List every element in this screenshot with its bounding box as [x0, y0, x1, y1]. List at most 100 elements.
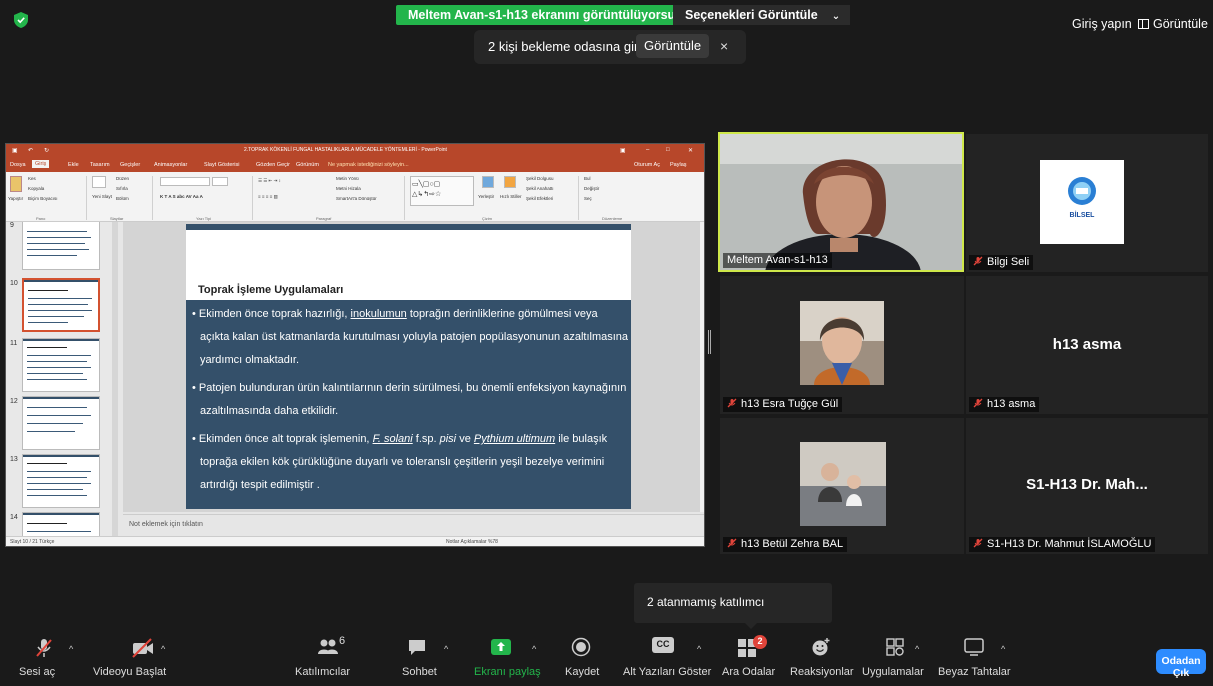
share-options-chevron-icon[interactable]: ^: [532, 644, 536, 654]
participant-name: Bilgi Seli: [969, 255, 1034, 270]
audio-options-chevron-icon[interactable]: ^: [69, 644, 73, 654]
mic-muted-icon: [727, 398, 737, 408]
record-icon: [571, 637, 591, 657]
unmute-button[interactable]: [34, 637, 54, 662]
font-size-box: [212, 177, 228, 186]
split-view-handle[interactable]: [708, 330, 711, 354]
font-format-icons: K T A S abc AV Aa A: [160, 194, 203, 199]
ppt-minimize-icon: –: [646, 147, 650, 153]
editor-scrollbar: [700, 222, 704, 512]
participant-avatar: BİLSEL: [1040, 160, 1124, 244]
shapes-icons: △↳↰⇨☆: [412, 191, 442, 198]
participant-avatar: [800, 301, 884, 385]
view-button-label: Görüntüle: [1153, 17, 1208, 31]
ppt-undo-icon: ↶: [28, 148, 34, 154]
slide-bullet-2-line-2: azaltılmasında daha etkilidir.: [200, 405, 339, 417]
ppt-menu-review: Gözden Geçir: [256, 162, 290, 168]
ribbon-find: Bul: [584, 176, 591, 181]
shapes-icons: ▭╲▢○▢: [412, 181, 441, 188]
ribbon-text-direction: Metin Yönü: [336, 176, 359, 181]
view-button[interactable]: Görüntüle: [1138, 17, 1208, 31]
ribbon-format-painter: Biçim Boyacısı: [28, 196, 58, 201]
participant-tile-mahmut[interactable]: S1-H13 Dr. Mah... S1-H13 Dr. Mahmut İSLA…: [966, 418, 1208, 554]
slide-bullet-3-line-1: • Ekimden önce alt toprak işlemenin, F. …: [192, 433, 608, 445]
captions-options-chevron-icon[interactable]: ^: [697, 644, 701, 654]
participant-tile-betul[interactable]: h13 Betül Zehra BAL: [720, 418, 964, 554]
slide-header-bar: [186, 224, 631, 230]
mic-muted-icon: [36, 639, 52, 657]
mic-muted-icon: [973, 398, 983, 408]
ribbon-cut: Kes: [28, 176, 36, 181]
participants-count: 6: [339, 635, 346, 647]
ppt-menu-animations: Animasyonlar: [154, 162, 188, 168]
start-video-button[interactable]: [131, 637, 155, 662]
thumb-number: 14: [10, 514, 18, 521]
ppt-signin: Oturum Aç: [634, 162, 660, 168]
participant-tile-bilgi-seli[interactable]: BİLSEL Bilgi Seli: [966, 134, 1208, 272]
whiteboards-button[interactable]: [963, 637, 985, 660]
ribbon-shape-outline: Şekil Anahattı: [526, 186, 554, 191]
ppt-menu-design: Tasarım: [90, 162, 110, 168]
ppt-share: Paylaş: [670, 162, 687, 168]
captions-button[interactable]: CC: [652, 637, 674, 653]
participant-display-name: h13 asma: [1052, 336, 1122, 353]
gallery-view-icon: [1138, 19, 1149, 29]
ppt-menu-insert: Ekle: [68, 162, 79, 168]
ribbon-separator: [578, 176, 579, 220]
ppt-menu-transitions: Geçişler: [120, 162, 141, 168]
waiting-room-view-button[interactable]: Görüntüle: [636, 34, 710, 58]
login-button[interactable]: Giriş yapın: [1072, 17, 1132, 31]
chat-label: Sohbet: [402, 666, 437, 678]
ribbon-separator: [86, 176, 87, 220]
video-options-chevron-icon[interactable]: ^: [161, 644, 165, 654]
chat-options-chevron-icon[interactable]: ^: [444, 644, 448, 654]
slide-title: Toprak İşleme Uygulamaları: [198, 284, 344, 296]
thumb-number: 12: [10, 398, 18, 405]
close-icon[interactable]: ×: [720, 38, 728, 54]
participant-tile-esra[interactable]: h13 Esra Tuğçe Gül: [720, 276, 964, 414]
participants-button[interactable]: 6: [317, 635, 345, 660]
ppt-menu-bar: Dosya Giriş Ekle Tasarım Geçişler Animas…: [6, 159, 704, 172]
waiting-room-notification: 2 kişi bekleme odasına girdi Görüntüle ×: [474, 30, 746, 64]
notes-pane: Not eklemek için tıklatın: [123, 514, 704, 536]
apps-icon: [886, 638, 904, 656]
ribbon-copy: Kopyala: [28, 186, 45, 191]
apps-button[interactable]: [885, 637, 905, 660]
new-slide-icon: [92, 176, 106, 188]
view-options-button[interactable]: Seçenekleri Görüntüle ⌄: [673, 5, 851, 25]
ppt-close-icon: ✕: [688, 148, 694, 154]
group-clipboard: Pano: [36, 216, 46, 221]
thumb-number: 11: [10, 340, 18, 347]
breakout-rooms-button[interactable]: 2: [737, 635, 767, 662]
participant-name: h13 asma: [969, 397, 1040, 412]
reactions-button[interactable]: [811, 637, 831, 660]
mic-muted-icon: [973, 538, 983, 548]
slide-body: • Ekimden önce toprak hazırlığı, inokulu…: [186, 300, 631, 509]
captions-label: Alt Yazıları Göster: [623, 666, 712, 678]
ribbon-paste: Yapıştır: [8, 196, 24, 201]
mic-muted-icon: [727, 538, 737, 548]
chat-button[interactable]: [407, 637, 427, 660]
whiteboards-options-chevron-icon[interactable]: ^: [1001, 644, 1005, 654]
ribbon-separator: [152, 176, 153, 220]
apps-options-chevron-icon[interactable]: ^: [915, 644, 919, 654]
share-screen-button[interactable]: [491, 637, 511, 660]
slide-thumbnail: [22, 396, 100, 450]
notes-placeholder: Not eklemek için tıklatın: [129, 521, 203, 528]
participant-tile-h13-asma[interactable]: h13 asma h13 asma: [966, 276, 1208, 414]
screen-share-banner: Meltem Avan-s1-h13 ekranını görüntülüyor…: [396, 5, 707, 25]
record-button[interactable]: [571, 637, 591, 660]
unassigned-participants-tooltip: 2 atanmamış katılımcı: [634, 583, 832, 629]
participants-label: Katılımcılar: [295, 666, 351, 678]
ribbon-arrange: Yerleştir: [478, 194, 495, 199]
ribbon-align-text: Metni Hizala: [336, 186, 361, 191]
ppt-menu-home: Giriş: [32, 160, 50, 168]
leave-meeting-button[interactable]: Odadan Çık: [1156, 649, 1206, 679]
meeting-toolbar: ^ Sesi aç ^ Videoyu Başlat 6 Katılımcıla…: [0, 629, 1213, 686]
ribbon-quick-styles: Hızlı Stiller: [500, 194, 522, 199]
encryption-shield-icon[interactable]: [14, 12, 28, 28]
participant-tile-meltem[interactable]: Meltem Avan-s1-h13: [718, 132, 964, 272]
group-drawing: Çizim: [482, 216, 492, 221]
reactions-icon: [812, 638, 830, 656]
ppt-window-title: 2.TOPRAK KÖKENLİ FUNGAL HASTALIKLARLA MÜ…: [244, 147, 447, 153]
